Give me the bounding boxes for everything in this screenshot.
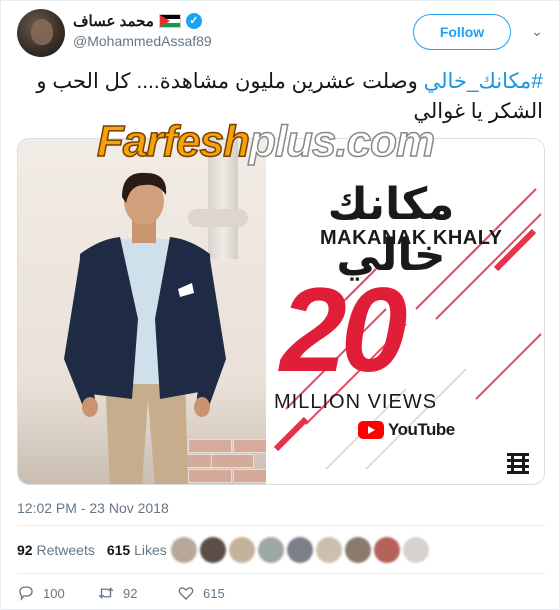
liker-avatar[interactable]: [316, 537, 342, 563]
liker-avatar[interactable]: [374, 537, 400, 563]
watermark-suffix: plus.com: [248, 116, 436, 167]
engagement-stats: 92 Retweets 615 Likes: [17, 542, 167, 558]
likes-count: 615: [106, 542, 131, 558]
youtube-label: YouTube: [388, 420, 455, 439]
display-name[interactable]: محمد عساف: [73, 12, 154, 30]
heart-icon: [178, 587, 194, 600]
poster-million-views: MILLION VIEWS: [274, 391, 438, 413]
liker-avatar[interactable]: [345, 537, 371, 563]
liker-avatar[interactable]: [171, 537, 197, 563]
tweet-card: محمد عساف ✓ @MohammedAssaf89 Follow ⌄ #م…: [0, 0, 560, 610]
chevron-down-icon[interactable]: ⌄: [527, 21, 547, 41]
user-name-row[interactable]: محمد عساف ✓: [73, 11, 202, 31]
divider: [17, 525, 545, 526]
retweet-icon: [98, 587, 114, 599]
tweet-actions: 100 92 615: [17, 584, 257, 602]
tweet-timestamp[interactable]: 12:02 PM - 23 Nov 2018: [17, 500, 169, 516]
retweets-stat[interactable]: 92 Retweets: [17, 542, 95, 558]
liker-avatars: [171, 537, 429, 563]
verified-badge-icon: ✓: [185, 13, 202, 29]
liker-avatar[interactable]: [229, 537, 255, 563]
likes-label: Likes: [134, 542, 167, 558]
tweet-image[interactable]: مكانك خالي MAKANAK KHALY 20 MILLION VIEW…: [17, 138, 545, 485]
hashtag-link[interactable]: #مكانك_خالي: [424, 70, 543, 93]
reply-count: 100: [43, 585, 65, 601]
youtube-play-icon: [358, 421, 384, 439]
retweets-label: Retweets: [36, 542, 95, 558]
youtube-logo: YouTube: [358, 420, 455, 440]
watermark-brand: Farfesh: [96, 116, 250, 167]
liker-avatar[interactable]: [403, 537, 429, 563]
poster-title-english: MAKANAK KHALY: [320, 227, 503, 249]
singer-photo: [64, 172, 226, 484]
like-count: 615: [203, 585, 225, 601]
reply-button[interactable]: 100: [17, 584, 97, 602]
avatar[interactable]: [17, 9, 65, 57]
artist-logo-icon: [507, 453, 529, 474]
palestine-flag-icon: [158, 14, 181, 28]
reply-icon: [19, 586, 33, 602]
retweets-count: 92: [17, 542, 33, 558]
follow-button[interactable]: Follow: [413, 14, 511, 50]
user-handle[interactable]: @MohammedAssaf89: [73, 33, 212, 49]
retweet-button[interactable]: 92: [97, 584, 177, 602]
poster-big-number: 20: [280, 263, 408, 397]
divider: [17, 573, 545, 574]
retweet-count: 92: [123, 585, 138, 601]
likes-stat[interactable]: 615 Likes: [107, 542, 167, 558]
like-button[interactable]: 615: [177, 584, 257, 602]
liker-avatar[interactable]: [258, 537, 284, 563]
liker-avatar[interactable]: [287, 537, 313, 563]
watermark: Farfeshplus.com: [96, 116, 497, 167]
liker-avatar[interactable]: [200, 537, 226, 563]
